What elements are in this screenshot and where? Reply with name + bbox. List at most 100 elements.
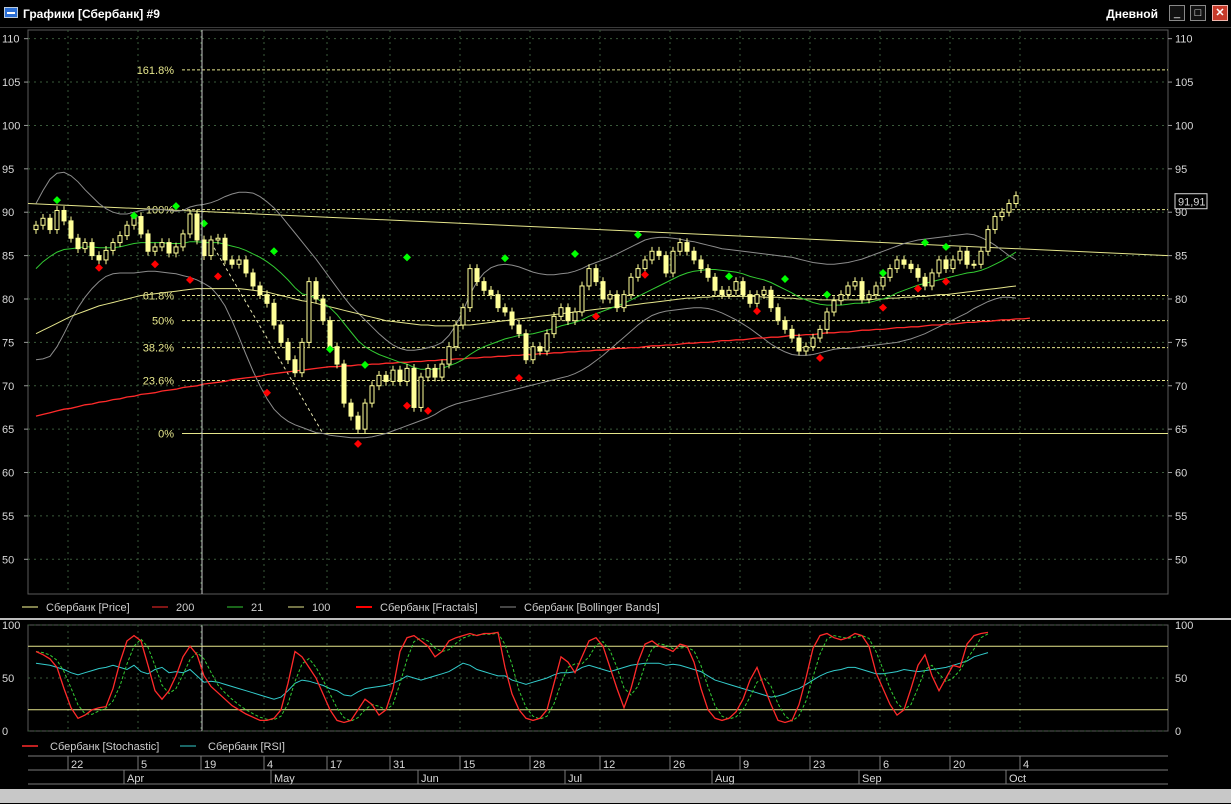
fibonacci-level-label: 50% <box>152 316 174 328</box>
candle-body <box>691 250 697 261</box>
legend-label: Сбербанк [Stochastic] <box>50 741 159 753</box>
candle-body <box>96 255 102 261</box>
candle-body <box>362 402 368 430</box>
candle-body <box>376 374 382 387</box>
month-tick-label: Oct <box>1009 773 1026 785</box>
candle-body <box>824 311 830 330</box>
window-titlebar[interactable]: Графики [Сбербанк] #9 Дневной _ □ ✕ <box>0 0 1231 28</box>
maximize-button[interactable]: □ <box>1190 5 1206 21</box>
candle-body <box>446 346 452 365</box>
fractal-up-marker <box>361 360 369 369</box>
fractal-up-marker <box>781 275 789 284</box>
candle-body <box>670 250 676 274</box>
candle-body <box>782 320 788 330</box>
candle-body <box>796 337 802 352</box>
candle-body <box>117 235 123 244</box>
candle-body <box>600 281 606 300</box>
candle-body <box>187 213 193 235</box>
candle-body <box>593 268 599 283</box>
candle-body <box>460 307 466 326</box>
fractal-down-marker <box>214 272 222 281</box>
candle-body <box>1006 203 1012 213</box>
candle-body <box>859 281 865 300</box>
candle-body <box>432 367 438 378</box>
candle-body <box>880 276 886 287</box>
retracement-projection-line <box>210 242 324 434</box>
candle-body <box>313 281 319 300</box>
fibonacci-level-label: 0% <box>158 428 174 440</box>
legend-label: 100 <box>312 602 330 614</box>
price-tick-label-right: 110 <box>1175 34 1193 46</box>
candle-body <box>488 289 494 296</box>
fractal-up-marker <box>823 290 831 299</box>
candle-body <box>866 294 872 300</box>
chart-area[interactable]: 50 5055 5560 6065 6570 7075 7580 8085 8590 9095 95… <box>0 27 1231 804</box>
candle-body <box>40 217 46 226</box>
candle-body <box>68 220 74 239</box>
price-tick-label-right: 100 <box>1175 120 1193 132</box>
candle-body <box>544 333 550 352</box>
fractal-down-marker <box>879 303 887 312</box>
day-tick-label: 31 <box>393 759 405 771</box>
candle-body <box>159 242 165 248</box>
candle-body <box>565 307 571 322</box>
fractal-down-marker <box>592 312 600 321</box>
candle-body <box>957 250 963 261</box>
candle-body <box>1013 195 1019 205</box>
period-selector[interactable]: Дневной <box>1106 7 1158 21</box>
candle-body <box>33 224 39 231</box>
candle-body <box>194 213 200 241</box>
fractal-down-marker <box>263 388 271 397</box>
fibonacci-level-label: 38.2% <box>143 343 174 355</box>
horizontal-scrollbar[interactable] <box>0 789 1231 803</box>
close-button[interactable]: ✕ <box>1212 5 1228 21</box>
fibonacci-level-label: 161.8% <box>137 65 175 77</box>
candle-body <box>201 239 207 257</box>
candle-body <box>978 250 984 265</box>
candle-body <box>334 346 340 365</box>
candle-body <box>684 242 690 252</box>
candle-body <box>887 268 893 278</box>
legend-label: Сбербанк [RSI] <box>208 741 285 753</box>
candle-body <box>138 216 144 235</box>
candle-body <box>320 298 326 322</box>
candle-body <box>915 268 921 278</box>
price-tick-label-left: 80 <box>2 294 14 306</box>
fractal-up-marker <box>942 242 950 251</box>
candle-body <box>943 259 949 270</box>
candle-body <box>502 307 508 313</box>
candle-body <box>292 359 298 374</box>
bollinger-upper-line <box>35 171 1017 351</box>
osc-tick-label-right: 0 <box>1175 726 1181 738</box>
fractal-up-marker <box>403 253 411 262</box>
price-tick-label-right: 80 <box>1175 294 1187 306</box>
candle-body <box>985 229 991 252</box>
candle-body <box>607 294 613 300</box>
candle-body <box>481 281 487 291</box>
minimize-button[interactable]: _ <box>1169 5 1185 21</box>
candle-body <box>964 250 970 265</box>
day-tick-label: 15 <box>463 759 475 771</box>
price-tick-label-left: 75 <box>2 337 14 349</box>
chart-window-icon <box>4 7 18 18</box>
candle-body <box>936 259 942 274</box>
candle-body <box>873 285 879 296</box>
fractal-down-marker <box>753 307 761 316</box>
price-tick-label-right: 95 <box>1175 164 1187 176</box>
candle-body <box>124 224 130 237</box>
candle-body <box>404 367 410 382</box>
price-tick-label-left: 70 <box>2 381 14 393</box>
candle-body <box>908 263 914 270</box>
fractal-down-marker <box>515 373 523 382</box>
price-tick-label-left: 55 <box>2 511 14 523</box>
price-tick-label-right: 85 <box>1175 251 1187 263</box>
candle-body <box>61 209 67 222</box>
candle-body <box>495 294 501 309</box>
candle-body <box>173 246 179 254</box>
legend-label: 200 <box>176 602 194 614</box>
candle-body <box>257 285 263 296</box>
candle-body <box>222 237 228 261</box>
price-tick-label-right: 50 <box>1175 554 1187 566</box>
candle-body <box>838 294 844 302</box>
candle-body <box>474 268 480 283</box>
